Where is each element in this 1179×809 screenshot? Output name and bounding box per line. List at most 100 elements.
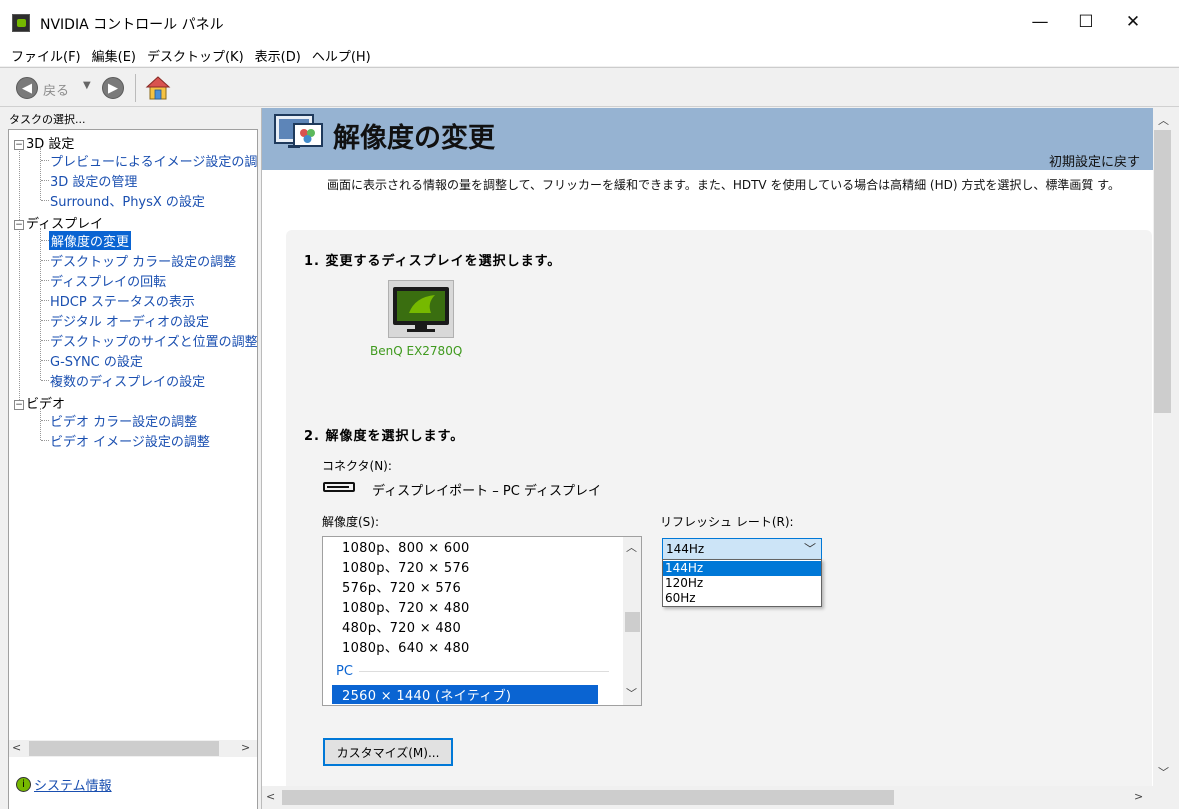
scroll-down-icon[interactable]: ﹀	[1158, 764, 1169, 780]
refresh-rate-dropdown: 144Hz 120Hz 60Hz	[662, 559, 822, 607]
refresh-option-60[interactable]: 60Hz	[663, 591, 821, 606]
forward-arrow-icon[interactable]: ▶	[102, 77, 124, 99]
scroll-up-icon[interactable]: ︿	[1158, 112, 1169, 128]
collapse-icon[interactable]: −	[14, 220, 24, 230]
scrollbar-thumb[interactable]	[625, 612, 640, 632]
tree-item-video-image[interactable]: ビデオ イメージ設定の調整	[50, 431, 210, 450]
tree-line	[41, 160, 49, 161]
tree-item-preview-image[interactable]: プレビューによるイメージ設定の調整	[50, 151, 257, 170]
refresh-option-120[interactable]: 120Hz	[663, 576, 821, 591]
collapse-icon[interactable]: −	[14, 140, 24, 150]
scrollbar-thumb[interactable]	[29, 741, 219, 756]
minimize-button[interactable]: —	[1017, 4, 1063, 40]
menu-desktop[interactable]: デスクトップ(K)	[141, 44, 249, 66]
tree-item-surround-physx[interactable]: Surround、PhysX の設定	[50, 191, 205, 210]
resolution-item[interactable]: 576p、720 × 576	[342, 577, 461, 596]
home-icon[interactable]	[145, 75, 171, 101]
tree-group-label: 3D 設定	[26, 137, 75, 152]
maximize-button[interactable]: ☐	[1063, 4, 1109, 40]
resolution-item[interactable]: 480p、720 × 480	[342, 617, 461, 636]
display-settings-icon	[274, 114, 323, 148]
scroll-left-icon[interactable]: <	[266, 790, 275, 803]
tree-horizontal-scrollbar[interactable]: < >	[9, 740, 257, 757]
info-icon: i	[16, 777, 31, 792]
close-button[interactable]: ✕	[1110, 4, 1156, 40]
tree-line	[41, 320, 49, 321]
tree-item-hdcp-status[interactable]: HDCP ステータスの表示	[50, 291, 195, 310]
tree-group-video[interactable]: − ビデオ	[14, 393, 65, 412]
tree-item-desktop-color[interactable]: デスクトップ カラー設定の調整	[50, 251, 236, 270]
scroll-down-icon[interactable]: ﹀	[626, 685, 637, 701]
menu-edit[interactable]: 編集(E)	[86, 44, 141, 66]
resolution-item-selected[interactable]: 2560 × 1440 (ネイティブ)	[332, 685, 598, 704]
back-history-dropdown-icon[interactable]: ▼	[83, 80, 91, 91]
resolution-item[interactable]: 1080p、640 × 480	[342, 637, 470, 656]
menu-view[interactable]: 表示(D)	[249, 44, 306, 66]
scroll-right-icon[interactable]: >	[1134, 790, 1143, 803]
tree-line	[41, 200, 49, 201]
tree-item-desktop-size-position[interactable]: デスクトップのサイズと位置の調整	[50, 331, 257, 350]
refresh-option-144[interactable]: 144Hz	[663, 561, 821, 576]
content-horizontal-scrollbar[interactable]: < >	[262, 786, 1179, 809]
tree-group-display[interactable]: − ディスプレイ	[14, 213, 103, 232]
tree-line	[41, 300, 49, 301]
system-info-label[interactable]: システム情報	[34, 775, 112, 794]
task-tree: −3D 設定 プレビューによるイメージ設定の調整 3D 設定の管理 Surrou…	[8, 129, 258, 809]
scrollbar-thumb[interactable]	[282, 790, 894, 805]
task-panel: タスクの選択... −3D 設定 プレビューによるイメージ設定の調整 3D 設定…	[0, 108, 261, 809]
tree-group-3d[interactable]: −3D 設定	[14, 133, 74, 152]
tree-item-3d-manage[interactable]: 3D 設定の管理	[50, 171, 137, 190]
resolution-list-scrollbar[interactable]: ︿ ﹀	[623, 537, 641, 705]
resolution-item[interactable]: 1080p、800 × 600	[342, 537, 470, 556]
customize-button[interactable]: カスタマイズ(M)...	[323, 738, 453, 766]
display-name[interactable]: BenQ EX2780Q	[370, 344, 462, 358]
display-tile[interactable]	[388, 280, 454, 338]
page-header: 解像度の変更 初期設定に戻す	[262, 108, 1153, 170]
title-bar: NVIDIA コントロール パネル — ☐ ✕	[0, 0, 1179, 44]
scroll-right-icon[interactable]: >	[241, 741, 250, 754]
main-content: 解像度の変更 初期設定に戻す 画面に表示される情報の量を調整して、フリッカーを緩…	[262, 108, 1179, 809]
page-description: 画面に表示される情報の量を調整して、フリッカーを緩和できます。また、HDTV を…	[327, 178, 1120, 192]
back-arrow-icon[interactable]: ◀	[16, 77, 38, 99]
scroll-left-icon[interactable]: <	[12, 741, 21, 754]
refresh-rate-select[interactable]: 144Hz ﹀	[662, 538, 822, 560]
task-select-label: タスクの選択...	[9, 113, 86, 126]
step2-title: 2. 解像度を選択します。	[304, 429, 465, 444]
collapse-icon[interactable]: −	[14, 400, 24, 410]
back-button-label[interactable]: 戻る	[43, 80, 69, 99]
tree-line	[40, 228, 41, 380]
tree-item-rotate-display[interactable]: ディスプレイの回転	[50, 271, 166, 290]
menu-help[interactable]: ヘルプ(H)	[306, 44, 376, 66]
tree-item-video-color[interactable]: ビデオ カラー設定の調整	[50, 411, 197, 430]
resolution-item[interactable]: 1080p、720 × 576	[342, 557, 470, 576]
menu-bar: ファイル(F) 編集(E) デスクトップ(K) 表示(D) ヘルプ(H)	[0, 44, 1179, 66]
tree-item-gsync[interactable]: G-SYNC の設定	[50, 351, 143, 370]
connector-value: ディスプレイポート – PC ディスプレイ	[372, 484, 601, 499]
step1-title: 1. 変更するディスプレイを選択します。	[304, 254, 562, 269]
monitor-icon	[393, 287, 449, 332]
tree-group-label: ディスプレイ	[26, 217, 104, 232]
resolution-listbox[interactable]: 1080p、800 × 600 1080p、720 × 576 576p、720…	[322, 536, 642, 706]
content-vertical-scrollbar[interactable]: ︿ ﹀	[1153, 108, 1179, 786]
chevron-down-icon[interactable]: ﹀	[804, 540, 816, 557]
tree-line	[40, 148, 41, 200]
tree-item-multiple-displays[interactable]: 複数のディスプレイの設定	[50, 371, 205, 390]
restore-defaults-link[interactable]: 初期設定に戻す	[1049, 151, 1140, 170]
scrollbar-thumb[interactable]	[1154, 130, 1171, 413]
scroll-up-icon[interactable]: ︿	[626, 539, 637, 555]
nvidia-app-icon	[12, 14, 30, 32]
system-info-link[interactable]: i システム情報	[16, 775, 112, 794]
resolution-label: 解像度(S):	[322, 515, 380, 529]
tree-group-label: ビデオ	[26, 397, 66, 412]
resolution-item[interactable]: 1080p、720 × 480	[342, 597, 470, 616]
tree-line	[41, 380, 49, 381]
tree-line	[41, 180, 49, 181]
tree-line	[41, 240, 49, 241]
menu-file[interactable]: ファイル(F)	[5, 44, 86, 66]
tree-item-digital-audio[interactable]: デジタル オーディオの設定	[50, 311, 209, 330]
toolbar-separator	[135, 74, 136, 102]
tree-item-change-resolution[interactable]: 解像度の変更	[49, 231, 132, 250]
tree-line	[41, 280, 49, 281]
refresh-rate-label: リフレッシュ レート(R):	[660, 515, 794, 529]
tree-line	[41, 360, 49, 361]
